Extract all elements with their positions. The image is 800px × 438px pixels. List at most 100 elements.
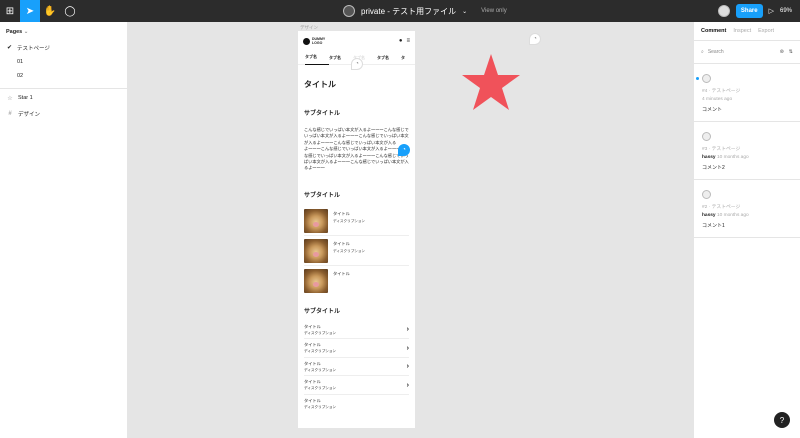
logo-text: DUMMY LOGO — [312, 37, 326, 45]
list-title: タイトル — [304, 379, 321, 385]
mock-subtitle: サブタイトル — [304, 308, 341, 315]
present-icon[interactable]: ▷ — [769, 7, 774, 15]
comment-byline: hassy 10 months ago — [702, 155, 793, 160]
page-item-02[interactable]: 02 — [0, 69, 127, 83]
comment-body: コメント — [702, 107, 723, 113]
tab-export[interactable]: Export — [758, 28, 774, 34]
list-desc: ディスクリプション — [304, 330, 337, 335]
comment-search[interactable]: ⌕ Search ⊜ ⇅ — [694, 41, 800, 64]
comment-time: 10 months ago — [716, 155, 749, 160]
mock-tab: タブ名 — [329, 54, 341, 60]
top-toolbar: ⊞ ➤ ✋ ◯ private - テスト用ファイル ⌄ View only S… — [0, 0, 800, 22]
panel-divider — [0, 88, 127, 89]
star-shape[interactable] — [462, 54, 520, 110]
hand-tool-icon[interactable]: ✋ — [40, 0, 60, 22]
user-avatar[interactable] — [717, 5, 730, 17]
comment-thread[interactable]: #4 · テストページ 4 minutes ago コメント — [694, 64, 800, 122]
filter-icon[interactable]: ⊜ — [780, 49, 784, 55]
comment-author: hassy — [702, 155, 716, 160]
comment-byline: 4 minutes ago — [702, 97, 793, 102]
mock-tab: タブ名 — [305, 51, 329, 65]
mock-list-row: タイトル ディスクリプション — [304, 395, 409, 414]
page-item-test[interactable]: ✔ テストページ — [0, 41, 127, 55]
search-input[interactable]: Search — [708, 49, 724, 55]
main-menu-icon[interactable]: ⊞ — [0, 0, 20, 22]
mock-list-row: タイトル ディスクリプション › — [304, 376, 409, 395]
help-button[interactable]: ? — [774, 412, 790, 428]
star-polygon — [462, 54, 520, 110]
tab-comment[interactable]: Comment — [701, 28, 726, 34]
chevron-down-icon[interactable]: ⌄ — [462, 8, 467, 15]
card-title: タイトル — [333, 270, 350, 276]
header-icons: ● ≡ — [399, 38, 410, 44]
layer-star[interactable]: ☆ Star 1 — [0, 91, 127, 105]
list-desc: ディスクリプション — [304, 405, 337, 410]
page-item-01[interactable]: 01 — [0, 55, 127, 69]
share-button[interactable]: Share — [735, 4, 763, 18]
comment-tool-icon[interactable]: ◯ — [60, 0, 80, 22]
logo-mark — [303, 37, 310, 45]
comment-thread[interactable]: #2 · テストページ hassy 10 months ago コメント1 — [694, 180, 800, 238]
list-desc: ディスクリプション — [304, 349, 337, 354]
pages-header[interactable]: Pages ⌄ — [0, 22, 127, 41]
file-title[interactable]: private - テスト用ファイル — [361, 6, 456, 17]
left-panel: Pages ⌄ ✔ テストページ 01 02 ☆ Star 1 # デザイン — [0, 22, 128, 438]
mock-list-row: タイトル ディスクリプション › — [304, 339, 409, 358]
comment-body: コメント2 — [702, 165, 725, 171]
comment-byline: hassy 10 months ago — [702, 213, 793, 218]
comment-body: コメント1 — [702, 223, 725, 229]
sort-icon[interactable]: ⇅ — [789, 49, 793, 55]
card-desc: ディスクリプション — [333, 218, 366, 223]
zoom-level[interactable]: 69% — [780, 8, 792, 14]
comment-author: hassy — [702, 213, 716, 218]
dog-photo — [304, 208, 328, 233]
comment-pin[interactable]: ◔ — [529, 33, 541, 45]
right-tabs: Comment Inspect Export — [694, 22, 800, 41]
mock-subtitle: サブタイトル — [304, 111, 341, 117]
comment-time: 4 minutes ago — [702, 97, 733, 102]
filter-controls: ⊜ ⇅ — [780, 49, 793, 55]
tab-inspect[interactable]: Inspect — [733, 28, 751, 34]
comment-time: 10 months ago — [716, 213, 749, 218]
chevron-right-icon: › — [406, 344, 409, 352]
dog-photo — [304, 268, 328, 293]
page-label: 02 — [17, 73, 24, 79]
check-icon: ✔ — [7, 45, 13, 51]
chevron-right-icon: › — [406, 381, 409, 389]
design-frame[interactable]: DUMMY LOGO ● ≡ タブ名 タブ名 タブ名 タブ名 タ タイトル サブ… — [298, 31, 415, 428]
layer-label: Star 1 — [18, 95, 33, 101]
comment-meta: #2 · テストページ — [702, 205, 741, 210]
mock-header: DUMMY LOGO ● ≡ — [298, 31, 415, 51]
mock-subtitle: サブタイトル — [304, 192, 341, 199]
list-title: タイトル — [304, 323, 321, 329]
comment-pin[interactable]: ◔ — [351, 58, 363, 70]
view-only-label: View only — [481, 8, 507, 14]
chevron-right-icon: › — [406, 363, 409, 371]
comment-meta: #3 · テストページ — [702, 147, 741, 152]
comment-pin-active[interactable]: ◔ — [398, 144, 410, 156]
list-desc: ディスクリプション — [304, 367, 337, 372]
card-desc: ディスクリプション — [333, 248, 366, 253]
mock-tab: タブ名 — [377, 54, 389, 60]
mock-list-row: タイトル ディスクリプション › — [304, 321, 409, 340]
toolbar-right: Share ▷ 69% — [717, 0, 800, 22]
comment-thread[interactable]: #3 · テストページ hassy 10 months ago コメント2 — [694, 122, 800, 180]
team-avatar — [343, 5, 355, 17]
star-icon: ☆ — [7, 95, 13, 102]
chevron-right-icon: › — [406, 326, 409, 334]
card-title: タイトル — [333, 240, 350, 246]
mock-list-row: タイトル ディスクリプション › — [304, 358, 409, 377]
layer-label: デザイン — [18, 112, 41, 118]
dog-photo — [304, 238, 328, 263]
list-desc: ディスクリプション — [304, 386, 337, 391]
mock-card: タイトルディスクリプション — [304, 206, 409, 236]
layer-design-frame[interactable]: # デザイン — [0, 107, 127, 121]
right-panel: Comment Inspect Export ⌕ Search ⊜ ⇅ #4 ·… — [693, 22, 800, 438]
page-label: 01 — [17, 59, 24, 65]
avatar — [702, 190, 711, 199]
unread-dot — [696, 77, 699, 80]
frame-icon: # — [8, 111, 12, 117]
move-tool-icon[interactable]: ➤ — [20, 0, 40, 22]
card-title: タイトル — [333, 210, 350, 216]
page-label: テストページ — [17, 46, 50, 52]
